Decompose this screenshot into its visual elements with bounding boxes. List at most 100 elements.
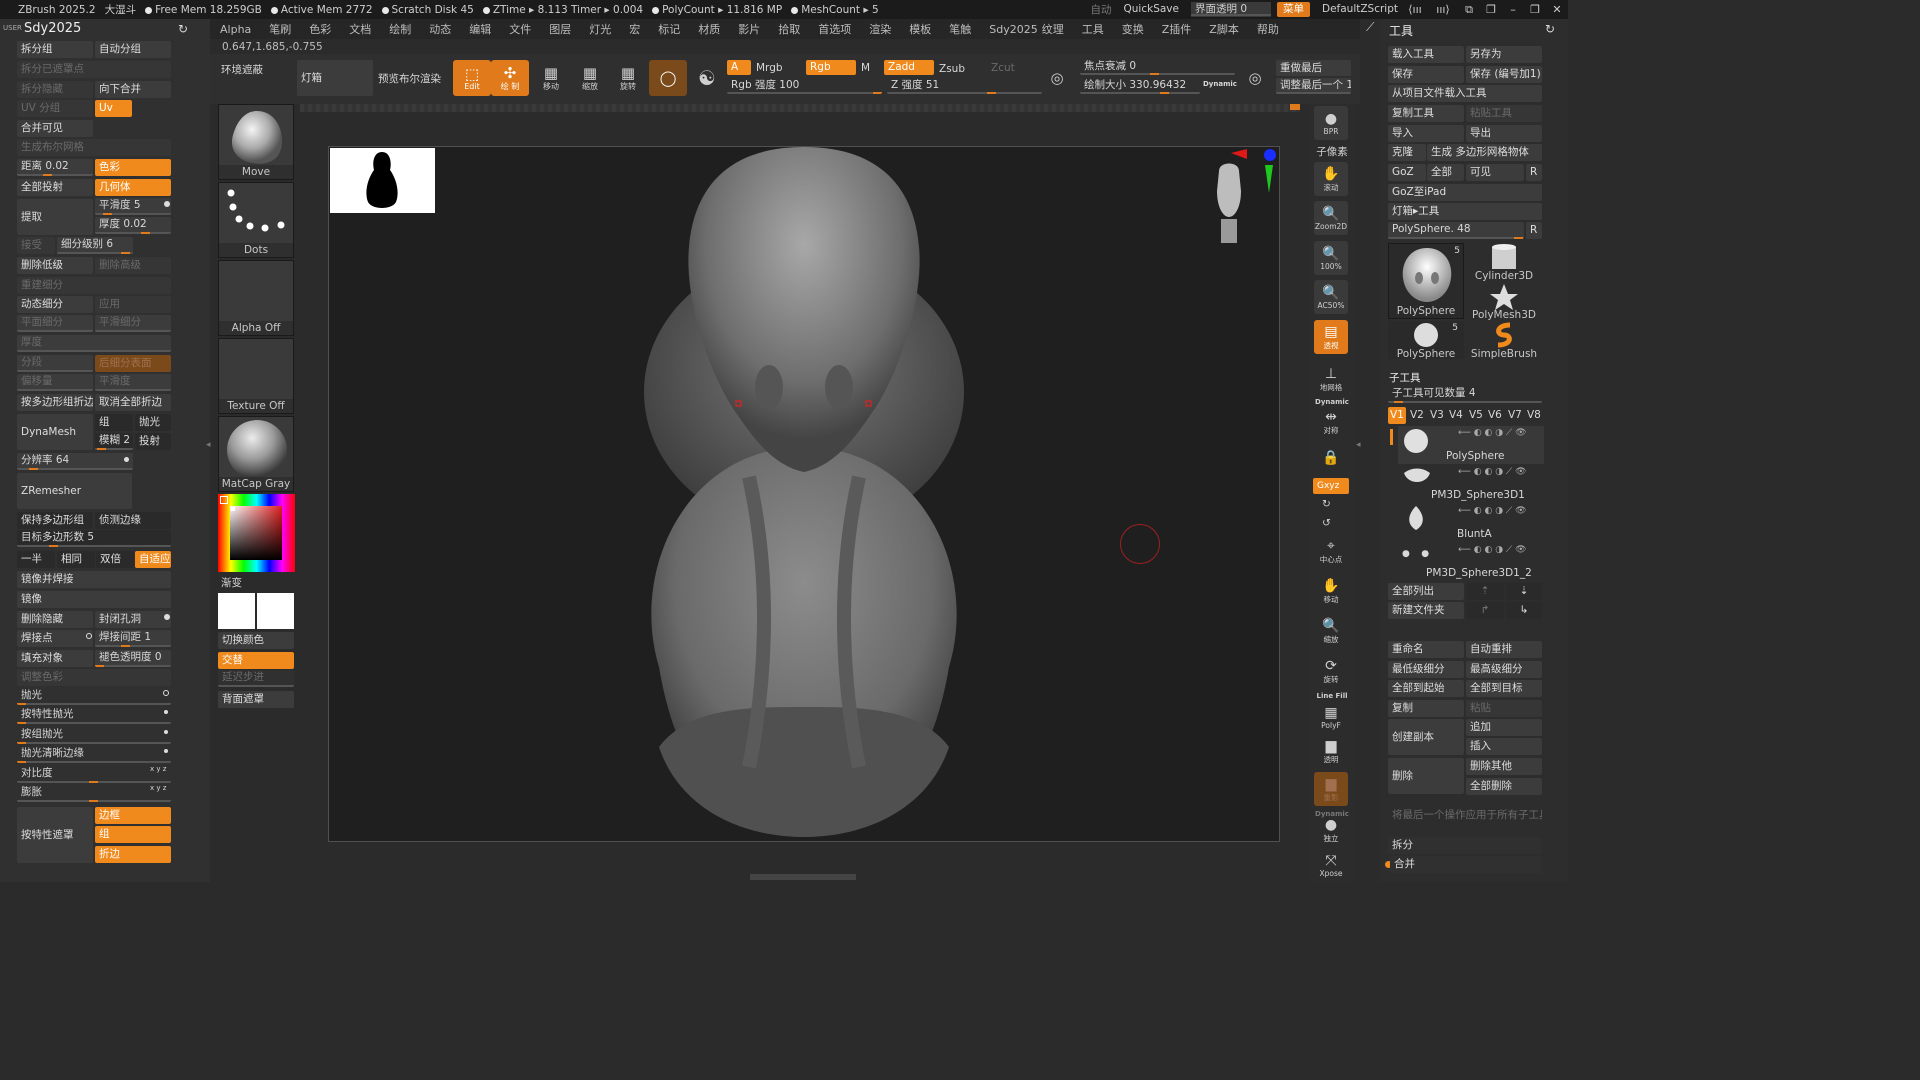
delete-higher-button[interactable]: 删除高级 bbox=[95, 257, 171, 274]
split-hidden-button[interactable]: 拆分隐藏 bbox=[17, 81, 93, 98]
menu-document[interactable]: 文档 bbox=[339, 21, 379, 37]
delete-button[interactable]: 删除 bbox=[1388, 758, 1464, 794]
subtool-header[interactable]: 子工具 bbox=[1389, 370, 1421, 385]
reconstruct-subdiv-button[interactable]: 重建细分 bbox=[17, 277, 171, 294]
rotate-free-icon[interactable]: ↺ bbox=[1322, 517, 1331, 529]
menu-render[interactable]: 渲染 bbox=[859, 21, 899, 37]
solo-button[interactable]: ● 独立 bbox=[1314, 816, 1348, 844]
tool-thumb-polysphere[interactable]: 5 PolySphere bbox=[1388, 243, 1464, 319]
delete-all-button[interactable]: 全部删除 bbox=[1466, 778, 1542, 795]
perspective-toggle[interactable]: ▤ 透视 bbox=[1314, 320, 1348, 354]
zoom2d-button[interactable]: 🔍 Zoom2D bbox=[1314, 201, 1348, 235]
brush-move-thumb[interactable]: Move bbox=[218, 104, 294, 180]
default-zscript[interactable]: DefaultZScript bbox=[1316, 2, 1404, 17]
subtool-controls-icon[interactable]: ⟵ ◐ ◐ ◑ ⟋ 👁 bbox=[1458, 428, 1527, 438]
smoothness-dim-slider[interactable]: 平滑度 bbox=[95, 374, 171, 391]
texture-thumb[interactable]: Texture Off bbox=[218, 338, 294, 414]
local-symmetry-button[interactable]: 🔒 bbox=[1314, 444, 1348, 472]
polish-groups-slider[interactable]: 按组抛光 bbox=[17, 727, 171, 744]
polyframe-button[interactable]: ▦ PolyF bbox=[1314, 700, 1348, 734]
a-toggle[interactable]: A bbox=[727, 60, 751, 75]
dynamesh-button[interactable]: DynaMesh bbox=[17, 414, 93, 450]
tool-thumb-cylinder[interactable]: Cylinder3D bbox=[1466, 243, 1542, 282]
zsub-toggle[interactable]: Zsub bbox=[939, 63, 965, 75]
dynamesh-polish-button[interactable]: 抛光 bbox=[135, 414, 171, 431]
rotate-mode-button[interactable]: ▦ 旋转 bbox=[609, 60, 647, 96]
yin-yang-button[interactable]: ☯ bbox=[688, 60, 726, 96]
menu-alpha[interactable]: Alpha bbox=[210, 23, 259, 36]
mirror-weld-button[interactable]: 镜像并焊接 bbox=[17, 571, 171, 588]
auto-reorder-button[interactable]: 自动重排 bbox=[1466, 641, 1542, 658]
collapse-right-icon[interactable]: ◂ bbox=[1356, 440, 1362, 460]
segments-slider[interactable]: 分段 bbox=[17, 355, 93, 372]
extract-smooth-slider[interactable]: 平滑度 5 bbox=[95, 198, 171, 215]
move-view-button[interactable]: ✋ 移动 bbox=[1314, 574, 1348, 608]
smooth-subdiv-slider[interactable]: 平滑细分 bbox=[95, 315, 171, 332]
make-boolean-mesh-button[interactable]: 生成布尔网格 bbox=[17, 139, 171, 156]
paste-subtool-button[interactable]: 粘贴 bbox=[1466, 700, 1542, 717]
menu-sdy2025[interactable]: Sdy2025 bbox=[979, 23, 1039, 36]
menu-movie[interactable]: 影片 bbox=[728, 21, 768, 37]
close-holes-button[interactable]: 封闭孔洞 bbox=[95, 611, 171, 628]
orientation-gizmo[interactable] bbox=[1199, 147, 1279, 247]
gxyz-toggle[interactable]: Gxyz bbox=[1313, 478, 1349, 494]
scale-mode-button[interactable]: ▦ 缩放 bbox=[571, 60, 609, 96]
geometry-toggle[interactable]: 几何体 bbox=[95, 179, 171, 196]
menu-stencil[interactable]: 模板 bbox=[899, 21, 939, 37]
z-intensity-slider[interactable]: Z 强度 51 bbox=[887, 78, 1042, 94]
accept-button[interactable]: 接受 bbox=[17, 237, 55, 254]
xpose-button[interactable]: ⤧ Xpose bbox=[1314, 850, 1348, 880]
save-button[interactable]: 保存 bbox=[1388, 66, 1464, 83]
menu-material[interactable]: 材质 bbox=[688, 21, 728, 37]
pin-icon[interactable]: ⟋ bbox=[1366, 20, 1374, 35]
refresh-icon[interactable]: ↻ bbox=[1545, 22, 1555, 36]
flat-subdiv-slider[interactable]: 平面细分 bbox=[17, 315, 93, 332]
append-button[interactable]: 追加 bbox=[1466, 719, 1542, 736]
dynamic-persp-label[interactable]: Dynamic bbox=[1312, 398, 1352, 406]
center-point-button[interactable]: ⌖ 中心点 bbox=[1314, 534, 1348, 568]
menu-edit[interactable]: 编辑 bbox=[459, 21, 499, 37]
rgb-toggle[interactable]: Rgb bbox=[806, 60, 856, 75]
make-polymesh-button[interactable]: 生成 多边形网格物体 bbox=[1427, 144, 1542, 161]
subtool-controls-icon[interactable]: ⟵ ◐ ◐ ◑ ⟋ 👁 bbox=[1458, 506, 1527, 516]
all-to-home-button[interactable]: 全部到起始 bbox=[1388, 680, 1464, 697]
minimize-icon[interactable]: – bbox=[1502, 3, 1524, 16]
tool-r-button[interactable]: R bbox=[1526, 222, 1542, 239]
spotlight-d-button[interactable]: ◎ bbox=[1240, 62, 1270, 94]
dynamesh-blur-slider[interactable]: 模糊 2 bbox=[95, 433, 133, 450]
fill-object-button[interactable]: 填充对象 bbox=[17, 650, 93, 667]
load-tool-button[interactable]: 载入工具 bbox=[1388, 46, 1464, 63]
arrow-down-right-icon[interactable]: ↳ bbox=[1506, 602, 1542, 619]
v2-tab[interactable]: V2 bbox=[1410, 409, 1424, 421]
subtool-row-selected[interactable]: ⟵ ◐ ◐ ◑ ⟋ 👁 PolySphere bbox=[1398, 426, 1544, 464]
bpr-render-button[interactable]: ● BPR bbox=[1314, 106, 1348, 140]
auto-groups-button[interactable]: 自动分组 bbox=[95, 41, 171, 58]
split-masked-button[interactable]: 拆分已遮罩点 bbox=[17, 61, 171, 78]
arrow-up-right-icon[interactable]: ↱ bbox=[1466, 602, 1504, 619]
mrgb-toggle[interactable]: Mrgb bbox=[756, 62, 783, 74]
weld-points-button[interactable]: 焊接点 bbox=[17, 630, 93, 647]
menu-zscript[interactable]: Z脚本 bbox=[1199, 21, 1247, 37]
duplicate-button[interactable]: 创建副本 bbox=[1388, 719, 1464, 755]
merge-section[interactable]: 合并 bbox=[1390, 856, 1542, 873]
post-subdiv-surface-toggle[interactable]: 后细分表面 bbox=[95, 355, 171, 372]
m-toggle[interactable]: M bbox=[861, 62, 870, 74]
delete-other-button[interactable]: 删除其他 bbox=[1466, 758, 1542, 775]
refresh-icon[interactable]: ↻ bbox=[178, 22, 188, 36]
material-thumb[interactable]: MatCap Gray bbox=[218, 416, 294, 492]
distance-slider[interactable]: 距离 0.02 bbox=[17, 159, 93, 176]
v5-tab[interactable]: V5 bbox=[1469, 409, 1483, 421]
target-polycount-slider[interactable]: 目标多边形数 5 bbox=[17, 530, 171, 547]
thickness-dim-slider[interactable]: 厚度 bbox=[17, 335, 171, 352]
rotate-lock-icon[interactable]: ↻ bbox=[1322, 498, 1331, 510]
backface-mask-button[interactable]: 背面遮罩 bbox=[218, 691, 294, 708]
adaptive-toggle[interactable]: 自适应 bbox=[135, 551, 171, 568]
subtool-controls-icon[interactable]: ⟵ ◐ ◐ ◑ ⟋ 👁 bbox=[1458, 467, 1527, 477]
all-high-button[interactable]: 最高级细分 bbox=[1466, 661, 1542, 678]
switch-color-button[interactable]: 切换颜色 bbox=[218, 632, 294, 649]
uv-toggle[interactable]: Uv bbox=[95, 100, 132, 117]
draw-size-slider[interactable]: 绘制大小 330.96432 bbox=[1080, 78, 1200, 94]
resolution-slider[interactable]: 分辨率 64 bbox=[17, 453, 133, 470]
clone-button[interactable]: 克隆 bbox=[1388, 144, 1426, 161]
polish-features-slider[interactable]: 按特性抛光 bbox=[17, 707, 171, 724]
